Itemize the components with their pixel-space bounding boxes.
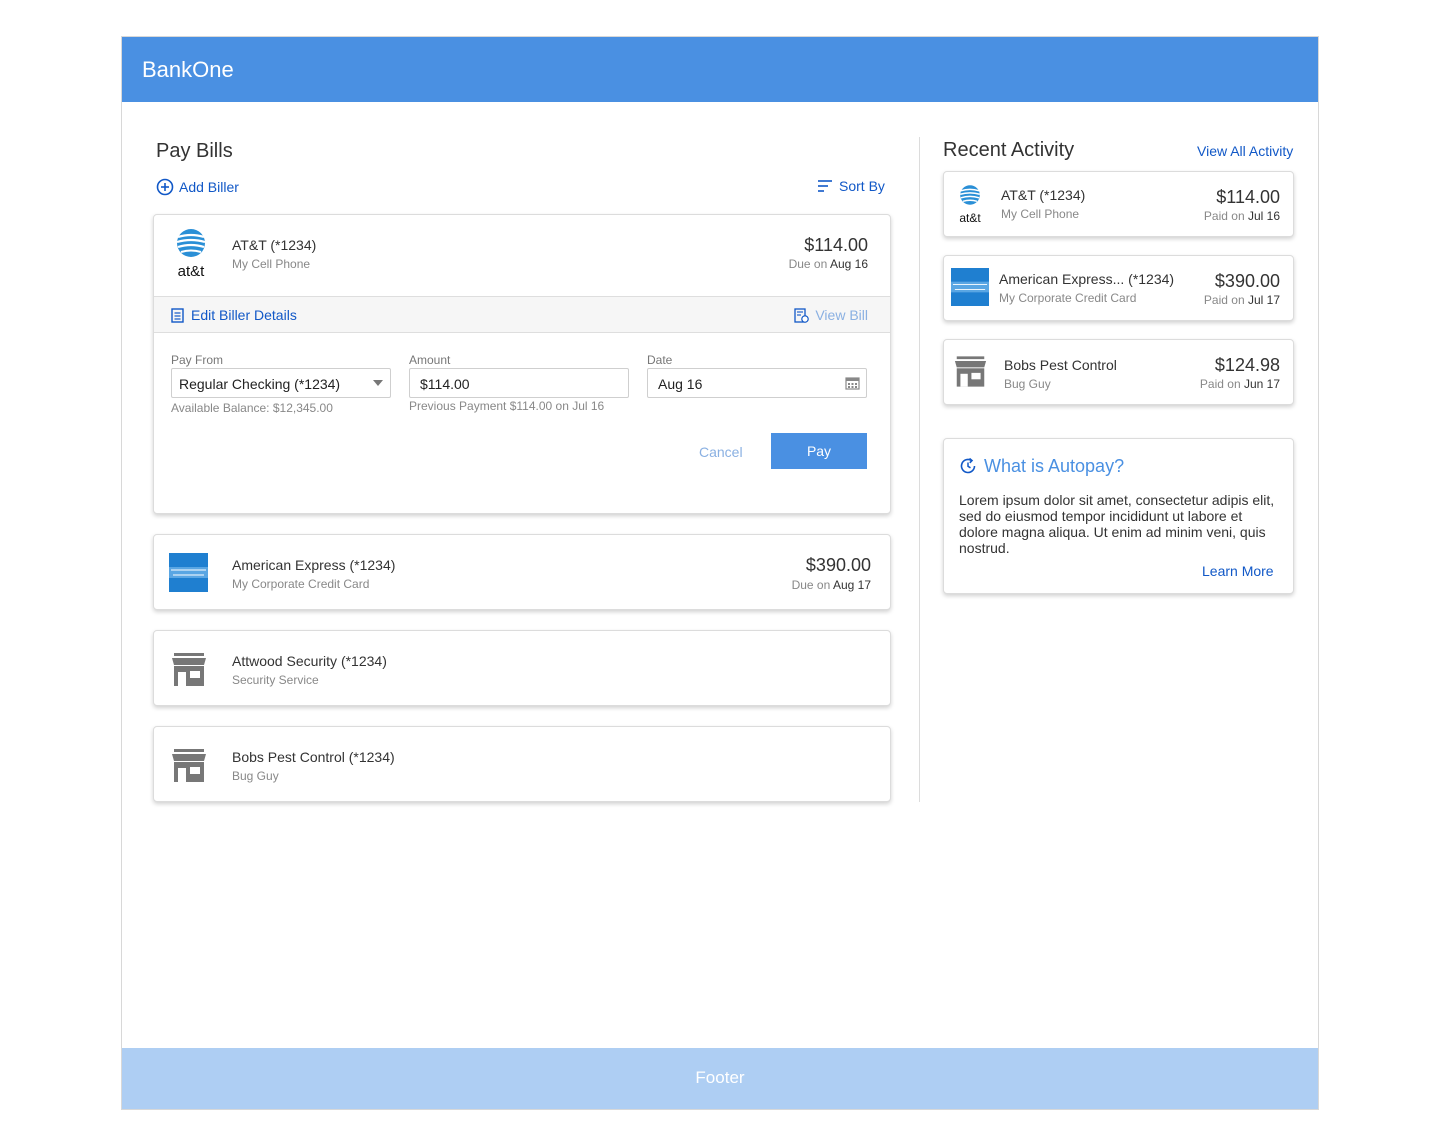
recent-activity-title: Recent Activity <box>943 139 1075 161</box>
view-all-activity-link[interactable]: View All Activity <box>1197 143 1293 159</box>
att-logo: at&t <box>171 228 211 280</box>
activity-item[interactable]: American Express... (*1234) My Corporate… <box>943 255 1294 321</box>
amex-logo <box>169 553 208 592</box>
edit-biller-bar: Edit Biller Details View Bill <box>154 296 890 333</box>
pay-from-label: Pay From <box>171 353 224 367</box>
activity-name: Bobs Pest Control <box>1004 357 1117 373</box>
biller-amount: $390.00 <box>805 555 871 575</box>
cancel-button[interactable]: Cancel <box>699 444 743 460</box>
date-label: Date <box>647 353 673 367</box>
autopay-title: What is Autopay? <box>984 456 1125 476</box>
activity-name: American Express... (*1234) <box>999 271 1175 287</box>
add-biller-button[interactable]: Add Biller <box>156 178 239 196</box>
add-circle-icon <box>156 178 174 196</box>
biller-subtitle: My Cell Phone <box>232 257 311 271</box>
biller-name: American Express (*1234) <box>232 557 396 573</box>
biller-card-amex[interactable]: American Express (*1234) My Corporate Cr… <box>153 534 891 610</box>
activity-subtitle: My Corporate Credit Card <box>999 291 1137 305</box>
sort-by-button[interactable]: Sort By <box>818 178 885 194</box>
page-title: Pay Bills <box>156 140 233 162</box>
biller-due: Due on Aug 16 <box>789 257 868 271</box>
view-bill-icon <box>794 307 810 323</box>
biller-subtitle: Security Service <box>232 673 319 687</box>
activity-subtitle: Bug Guy <box>1004 377 1051 391</box>
previous-payment: Previous Payment $114.00 on Jul 16 <box>409 399 605 413</box>
paid-prefix: Paid on <box>1203 209 1245 223</box>
activity-amount: $114.00 <box>1216 187 1280 207</box>
sort-icon <box>818 180 832 192</box>
paid-date: Jul 17 <box>1247 293 1280 307</box>
autopay-description: Lorem ipsum dolor sit amet, consectetur … <box>959 492 1275 556</box>
pay-button[interactable]: Pay <box>771 433 867 469</box>
store-icon <box>172 749 206 782</box>
biller-card-attwood[interactable]: Attwood Security (*1234) Security Servic… <box>153 630 891 706</box>
pay-from-value: Regular Checking (*1234) <box>179 376 341 392</box>
biller-card-bobs[interactable]: Bobs Pest Control (*1234) Bug Guy <box>153 726 891 802</box>
chevron-down-icon <box>373 380 383 386</box>
calendar-icon[interactable] <box>845 376 860 390</box>
activity-name: AT&T (*1234) <box>1001 187 1086 203</box>
activity-amount: $124.98 <box>1214 355 1280 375</box>
att-globe-icon <box>176 229 206 257</box>
amex-logo <box>951 268 989 306</box>
activity-paid: Paid on Jul 16 <box>1204 209 1280 223</box>
column-divider <box>919 137 920 802</box>
amount-label: Amount <box>409 353 451 367</box>
activity-subtitle: My Cell Phone <box>1001 207 1080 221</box>
date-input[interactable]: Aug 16 <box>647 368 867 398</box>
brand-name: BankOne <box>142 57 234 82</box>
biller-subtitle: Bug Guy <box>232 769 279 783</box>
paid-prefix: Paid on <box>1199 377 1241 391</box>
biller-due: Due on Aug 17 <box>791 577 871 593</box>
biller-name: Bobs Pest Control (*1234) <box>232 749 395 765</box>
amount-input[interactable]: $114.00 <box>409 368 629 398</box>
amount-value: $114.00 <box>420 376 470 392</box>
date-value: Aug 16 <box>658 376 703 392</box>
due-date: Aug 17 <box>832 578 871 592</box>
due-date: Aug 16 <box>829 257 868 271</box>
autopay-clock-icon <box>960 457 976 474</box>
att-logo: at&t <box>956 183 984 225</box>
att-logo-text: at&t <box>959 211 981 225</box>
due-prefix: Due on <box>791 578 831 592</box>
top-bar: BankOne <box>122 37 1318 102</box>
biller-subtitle: My Corporate Credit Card <box>232 577 370 591</box>
edit-biller-label: Edit Biller Details <box>191 307 297 323</box>
paid-date: Jun 17 <box>1243 377 1280 391</box>
paid-date: Jul 16 <box>1247 209 1280 223</box>
sort-by-label: Sort By <box>839 178 885 194</box>
footer-label: Footer <box>695 1068 745 1087</box>
learn-more-link[interactable]: Learn More <box>1202 563 1274 579</box>
view-bill-label: View Bill <box>815 307 868 323</box>
store-icon <box>954 356 987 387</box>
activity-amount: $390.00 <box>1214 271 1280 291</box>
view-bill-link[interactable]: View Bill <box>794 307 868 323</box>
autopay-card: What is Autopay? Lorem ipsum dolor sit a… <box>943 438 1294 594</box>
add-biller-label: Add Biller <box>179 179 239 195</box>
document-icon <box>171 307 184 323</box>
biller-amount: $114.00 <box>804 235 868 255</box>
pay-from-select[interactable]: Regular Checking (*1234) <box>171 368 391 398</box>
amex-logo-mark <box>169 553 208 592</box>
edit-biller-details-link[interactable]: Edit Biller Details <box>171 307 297 323</box>
due-prefix: Due on <box>788 257 828 271</box>
biller-card-att: at&t AT&T (*1234) My Cell Phone $114.00 … <box>153 214 891 514</box>
activity-paid: Paid on Jul 17 <box>1204 293 1280 307</box>
paid-prefix: Paid on <box>1203 293 1245 307</box>
activity-item[interactable]: at&t AT&T (*1234) My Cell Phone $114.00 … <box>943 171 1294 237</box>
activity-paid: Paid on Jun 17 <box>1200 377 1280 391</box>
app-window: BankOne Pay Bills Add Biller Sort By at&… <box>121 36 1319 1110</box>
activity-item[interactable]: Bobs Pest Control Bug Guy $124.98 Paid o… <box>943 339 1294 405</box>
biller-name: Attwood Security (*1234) <box>232 653 387 669</box>
biller-name: AT&T (*1234) <box>232 237 317 253</box>
available-balance: Available Balance: $12,345.00 <box>171 401 333 415</box>
att-globe-icon <box>959 185 981 205</box>
store-icon <box>172 653 206 686</box>
footer: Footer <box>122 1048 1318 1109</box>
att-logo-text: at&t <box>177 263 205 280</box>
